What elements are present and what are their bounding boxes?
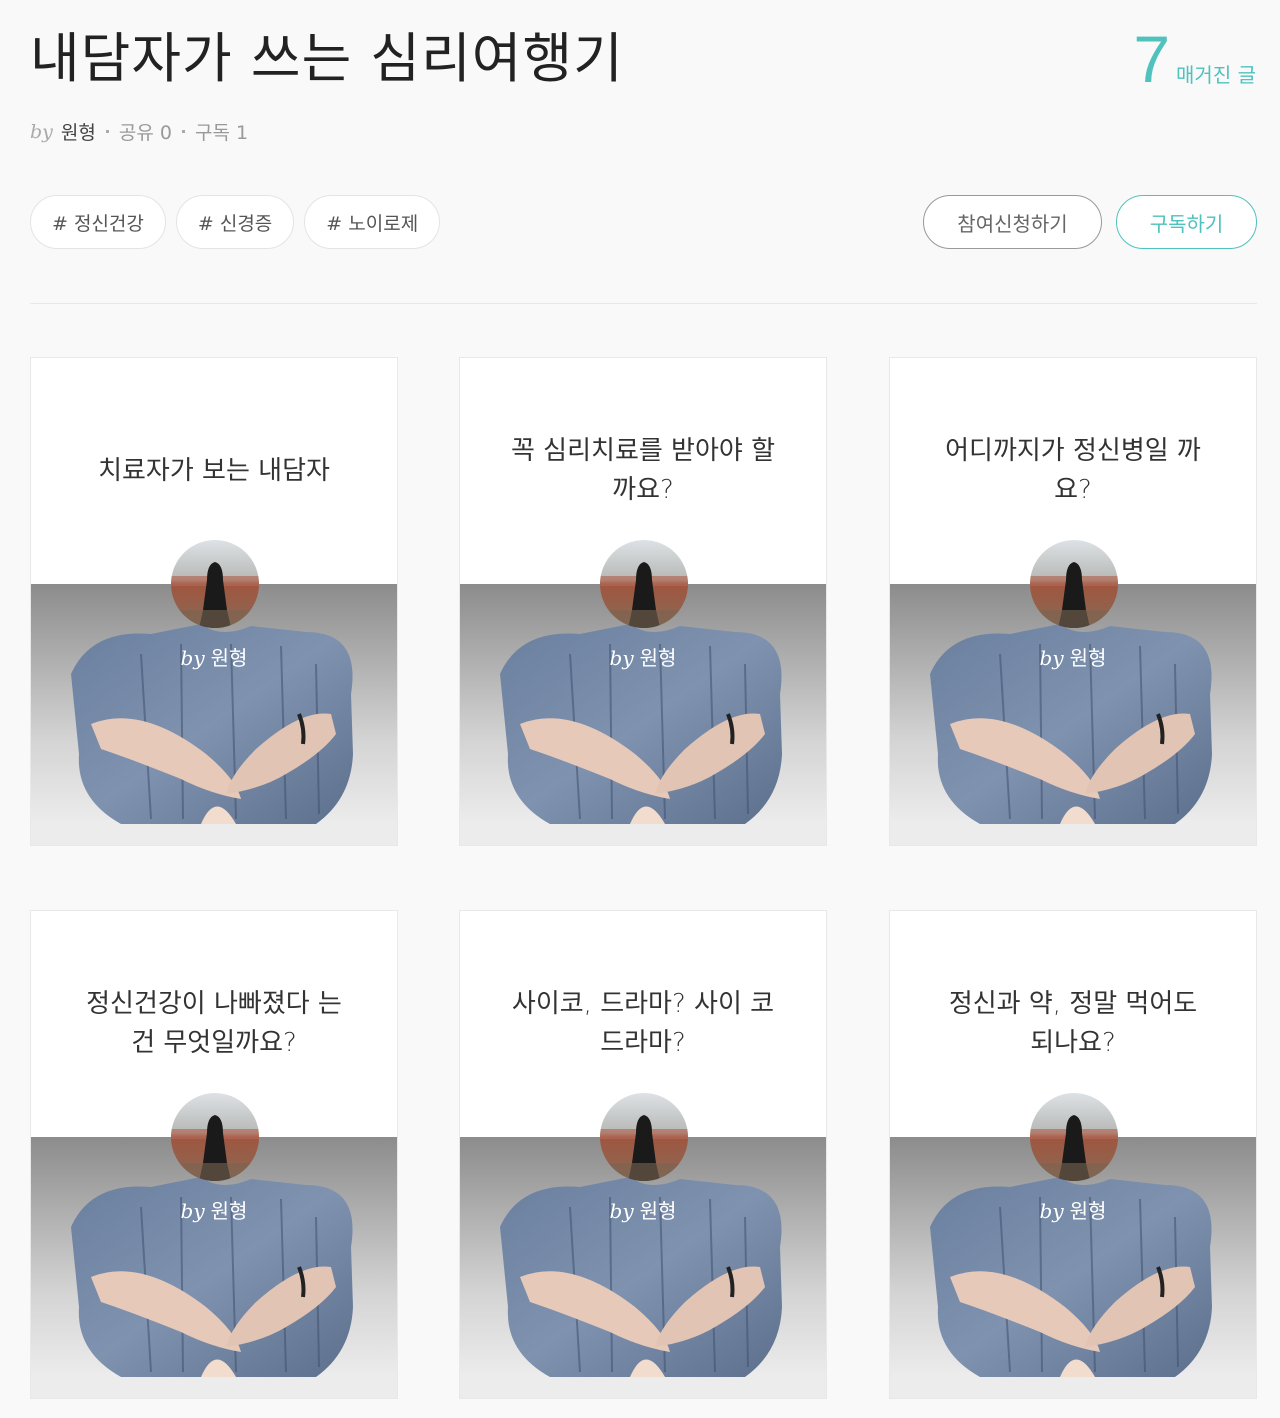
by-prefix: by <box>1039 646 1064 670</box>
card-author: by 원형 <box>890 642 1256 671</box>
card-author: by 원형 <box>460 1195 826 1224</box>
by-prefix: by <box>30 120 53 143</box>
card-author: by 원형 <box>31 642 397 671</box>
article-count-number: 7 <box>1133 22 1171 96</box>
action-buttons: 참여신청하기 구독하기 <box>923 195 1257 249</box>
by-prefix: by <box>609 646 634 670</box>
card-author-name[interactable]: 원형 <box>1070 1199 1107 1223</box>
author-avatar[interactable] <box>171 1093 259 1181</box>
by-prefix: by <box>180 646 205 670</box>
article-card[interactable]: 어디까지가 정신병일 까요? by 원형 <box>889 357 1257 846</box>
article-card[interactable]: 정신건강이 나빠졌다 는 건 무엇일까요? by 원형 <box>30 910 398 1399</box>
author-avatar[interactable] <box>1030 1093 1118 1181</box>
card-author: by 원형 <box>890 1195 1256 1224</box>
tag-chip[interactable]: # 정신건강 <box>30 195 166 249</box>
share-count: 공유 0 <box>118 122 172 144</box>
magazine-page: 내담자가 쓰는 심리여행기 7 매거진 글 by 원형 공유 0 구독 1 # … <box>0 0 1280 1418</box>
by-prefix: by <box>180 1199 205 1223</box>
card-author-name[interactable]: 원형 <box>640 1199 677 1223</box>
tag-chip[interactable]: # 노이로제 <box>304 195 441 249</box>
divider <box>30 303 1257 304</box>
author-avatar[interactable] <box>1030 540 1118 628</box>
card-author-name[interactable]: 원형 <box>211 646 248 670</box>
article-card[interactable]: 정신과 약, 정말 먹어도 되나요? by 원형 <box>889 910 1257 1399</box>
subscriber-count: 구독 1 <box>194 122 249 144</box>
card-author: by 원형 <box>31 1195 397 1224</box>
author-link[interactable]: 원형 <box>61 118 96 145</box>
join-request-button[interactable]: 참여신청하기 <box>923 195 1102 249</box>
tag-chip[interactable]: # 신경증 <box>175 195 295 249</box>
magazine-title: 내담자가 쓰는 심리여행기 <box>30 27 624 90</box>
by-prefix: by <box>1039 1199 1064 1223</box>
separator-dot <box>181 130 185 133</box>
card-author-name[interactable]: 원형 <box>211 1199 248 1223</box>
tag-list: # 정신건강 # 신경증 # 노이로제 <box>30 195 441 249</box>
article-count: 7 매거진 글 <box>1133 26 1256 92</box>
article-card[interactable]: 치료자가 보는 내담자 by 원형 <box>30 357 398 846</box>
article-card[interactable]: 사이코, 드라마? 사이 코드라마? by 원형 <box>459 910 827 1399</box>
author-avatar[interactable] <box>171 540 259 628</box>
author-avatar[interactable] <box>600 1093 688 1181</box>
by-prefix: by <box>609 1199 634 1223</box>
author-avatar[interactable] <box>600 540 688 628</box>
subscribe-button[interactable]: 구독하기 <box>1116 195 1257 249</box>
card-author-name[interactable]: 원형 <box>1070 646 1107 670</box>
article-count-label: 매거진 글 <box>1176 63 1256 87</box>
card-author: by 원형 <box>460 642 826 671</box>
card-author-name[interactable]: 원형 <box>640 646 677 670</box>
article-card[interactable]: 꼭 심리치료를 받아야 할까요? by 원형 <box>459 357 827 846</box>
magazine-meta: by 원형 공유 0 구독 1 <box>30 118 248 145</box>
separator-dot <box>105 130 109 133</box>
